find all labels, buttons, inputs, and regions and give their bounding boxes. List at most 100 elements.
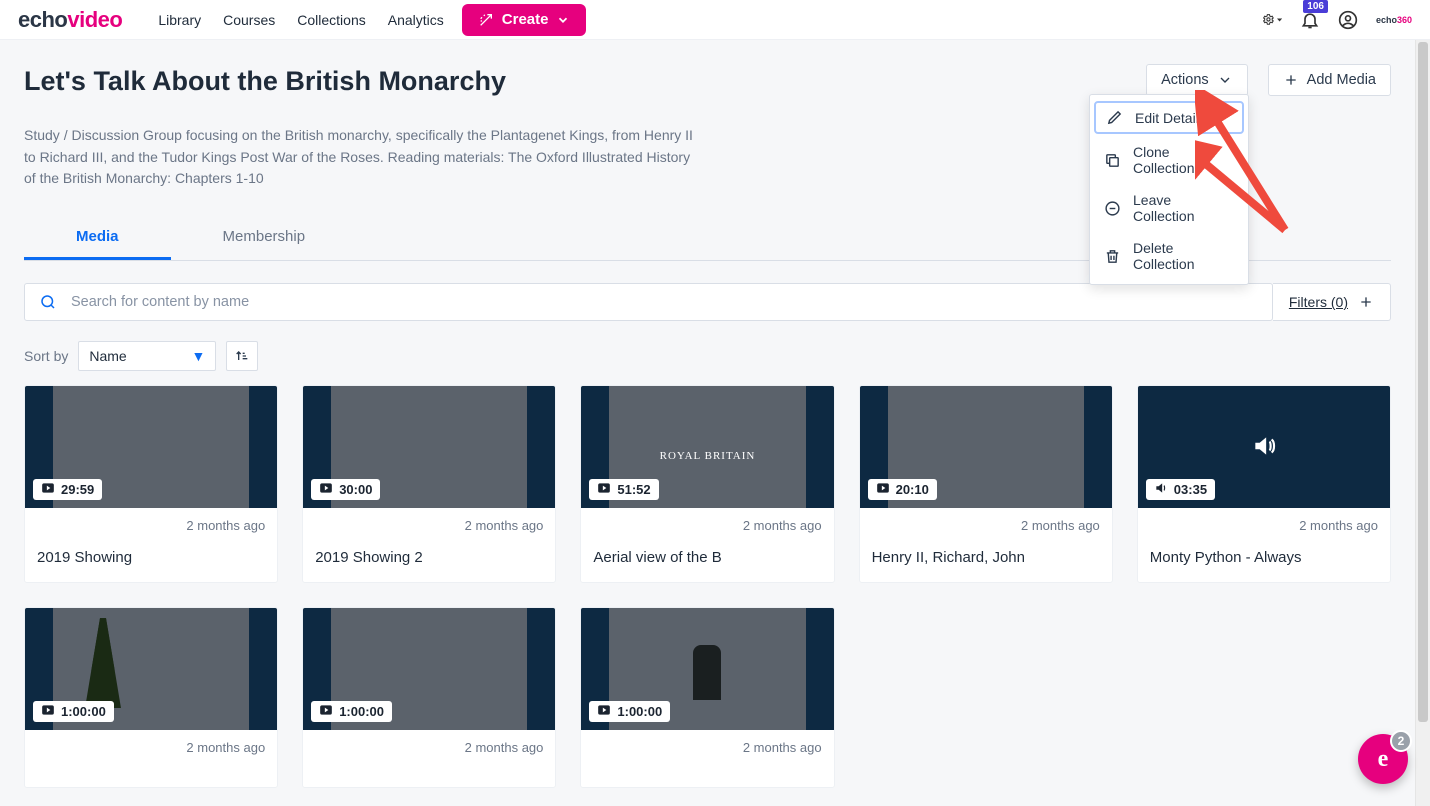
action-leave-collection[interactable]: Leave Collection — [1090, 184, 1248, 232]
filters-button[interactable]: Filters (0) — [1273, 283, 1391, 321]
media-age: 2 months ago — [593, 740, 821, 755]
media-age: 2 months ago — [1150, 518, 1378, 533]
duration-text: 29:59 — [61, 482, 94, 497]
play-icon — [597, 703, 611, 720]
media-title: Monty Python - Always — [1150, 549, 1378, 566]
media-thumbnail: 20:10 — [860, 386, 1112, 508]
action-clone-collection[interactable]: Clone Collection — [1090, 136, 1248, 184]
media-title: 2019 Showing 2 — [315, 549, 543, 566]
media-age: 2 months ago — [315, 518, 543, 533]
plus-icon — [1283, 72, 1299, 88]
action-delete-collection[interactable]: Delete Collection — [1090, 232, 1248, 280]
media-grid: 29:59 2 months ago 2019 Showing 30:00 2 mont… — [24, 385, 1391, 806]
duration-pill: 20:10 — [868, 479, 937, 500]
notifications-icon[interactable]: 106 — [1300, 10, 1320, 30]
play-icon — [41, 703, 55, 720]
scroll-thumb[interactable] — [1418, 42, 1428, 722]
duration-text: 20:10 — [896, 482, 929, 497]
wand-icon — [478, 12, 494, 28]
duration-text: 51:52 — [617, 482, 650, 497]
tab-membership[interactable]: Membership — [171, 218, 358, 260]
trash-icon — [1104, 248, 1121, 265]
page-description: Study / Discussion Group focusing on the… — [24, 125, 704, 190]
media-card[interactable]: 30:00 2 months ago 2019 Showing 2 — [302, 385, 556, 583]
sort-asc-icon — [234, 348, 250, 364]
top-right-icons: 106 echo360 — [1262, 10, 1412, 30]
media-thumbnail: 51:52 — [581, 386, 833, 508]
media-age: 2 months ago — [37, 518, 265, 533]
chevron-down-icon — [556, 13, 570, 27]
collection-header: Let's Talk About the British Monarchy St… — [0, 40, 1415, 190]
actions-button[interactable]: Actions — [1146, 64, 1248, 96]
duration-text: 1:00:00 — [339, 704, 384, 719]
media-card[interactable]: 51:52 2 months ago Aerial view of the B — [580, 385, 834, 583]
sort-label: Sort by — [24, 348, 68, 364]
sort-select[interactable]: Name ▼ — [78, 341, 216, 371]
duration-text: 1:00:00 — [617, 704, 662, 719]
play-icon — [41, 481, 55, 498]
media-thumbnail: 30:00 — [303, 386, 555, 508]
main-nav: Library Courses Collections Analytics — [158, 12, 443, 28]
media-title: Henry II, Richard, John — [872, 549, 1100, 566]
create-button[interactable]: Create — [462, 4, 587, 36]
pencil-icon — [1106, 109, 1123, 126]
copy-icon — [1104, 152, 1121, 169]
media-thumbnail: 29:59 — [25, 386, 277, 508]
action-edit-details[interactable]: Edit Details — [1094, 101, 1244, 134]
logo[interactable]: echovideo — [18, 7, 122, 33]
vertical-scrollbar[interactable] — [1415, 40, 1430, 806]
nav-analytics[interactable]: Analytics — [388, 12, 444, 28]
media-age: 2 months ago — [593, 518, 821, 533]
media-thumbnail: 1:00:00 — [25, 608, 277, 730]
search-box[interactable] — [24, 283, 1273, 321]
nav-collections[interactable]: Collections — [297, 12, 365, 28]
media-title: 2019 Showing — [37, 549, 265, 566]
duration-pill: 30:00 — [311, 479, 380, 500]
duration-pill: 1:00:00 — [33, 701, 114, 722]
media-age: 2 months ago — [872, 518, 1100, 533]
media-age: 2 months ago — [315, 740, 543, 755]
nav-library[interactable]: Library — [158, 12, 201, 28]
play-icon — [319, 703, 333, 720]
duration-text: 1:00:00 — [61, 704, 106, 719]
play-icon — [597, 481, 611, 498]
brand-mini: echo360 — [1376, 15, 1412, 25]
add-media-button[interactable]: Add Media — [1268, 64, 1391, 96]
media-card[interactable]: 29:59 2 months ago 2019 Showing — [24, 385, 278, 583]
sort-direction-button[interactable] — [226, 341, 258, 371]
account-icon[interactable] — [1338, 10, 1358, 30]
media-card[interactable]: 1:00:00 2 months ago — [302, 607, 556, 788]
media-card[interactable]: 20:10 2 months ago Henry II, Richard, John — [859, 385, 1113, 583]
help-fab[interactable]: e 2 — [1358, 734, 1408, 784]
duration-pill: 51:52 — [589, 479, 658, 500]
duration-pill: 03:35 — [1146, 479, 1215, 500]
play-icon — [876, 481, 890, 498]
search-input[interactable] — [69, 293, 1258, 311]
topbar: echovideo Library Courses Collections An… — [0, 0, 1430, 40]
duration-pill: 29:59 — [33, 479, 102, 500]
media-thumbnail: 1:00:00 — [581, 608, 833, 730]
media-card[interactable]: 1:00:00 2 months ago — [580, 607, 834, 788]
tab-media[interactable]: Media — [24, 218, 171, 260]
minus-circle-icon — [1104, 200, 1121, 217]
duration-text: 30:00 — [339, 482, 372, 497]
audio-icon — [1251, 433, 1277, 462]
plus-icon — [1358, 294, 1374, 310]
media-card[interactable]: 1:00:00 2 months ago — [24, 607, 278, 788]
fab-badge: 2 — [1390, 730, 1412, 752]
media-card[interactable]: 03:35 2 months ago Monty Python - Always — [1137, 385, 1391, 583]
media-thumbnail: 03:35 — [1138, 386, 1390, 508]
duration-pill: 1:00:00 — [311, 701, 392, 722]
play-icon — [319, 481, 333, 498]
media-age: 2 months ago — [37, 740, 265, 755]
chevron-down-icon — [1217, 72, 1233, 88]
actions-dropdown: Edit Details Clone Collection Leave Coll… — [1089, 94, 1249, 285]
duration-pill: 1:00:00 — [589, 701, 670, 722]
settings-icon[interactable] — [1262, 10, 1282, 30]
duration-text: 03:35 — [1174, 482, 1207, 497]
media-title: Aerial view of the B — [593, 549, 821, 566]
audio-icon — [1154, 481, 1168, 498]
search-icon — [39, 293, 57, 311]
notification-badge: 106 — [1303, 0, 1328, 13]
nav-courses[interactable]: Courses — [223, 12, 275, 28]
